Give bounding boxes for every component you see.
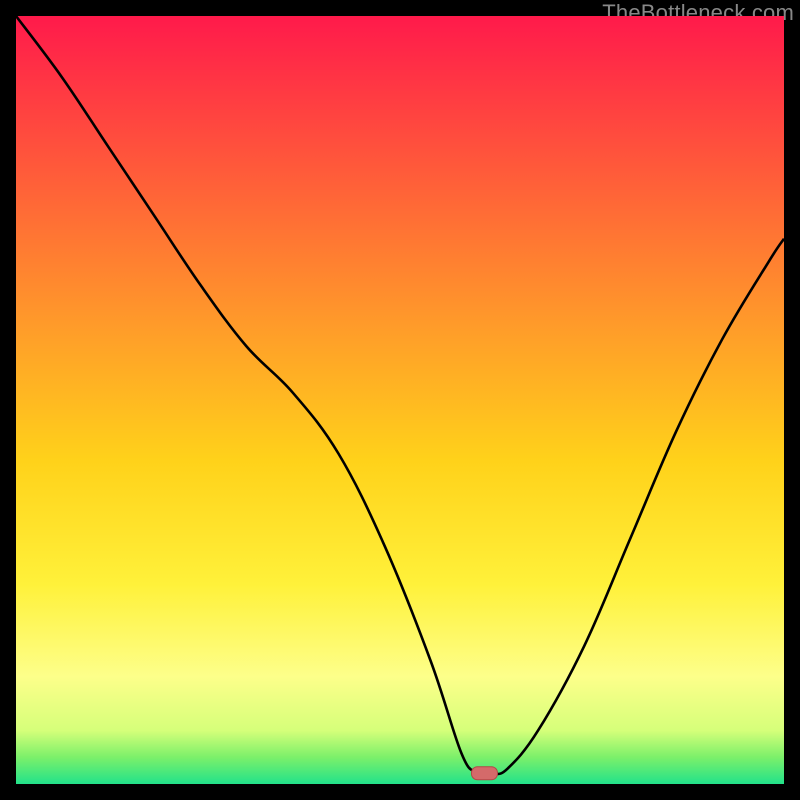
plot-area xyxy=(16,16,784,784)
optimum-marker xyxy=(471,767,497,780)
gradient-background xyxy=(16,16,784,784)
chart-stage: TheBottleneck.com xyxy=(0,0,800,800)
bottleneck-chart xyxy=(16,16,784,784)
